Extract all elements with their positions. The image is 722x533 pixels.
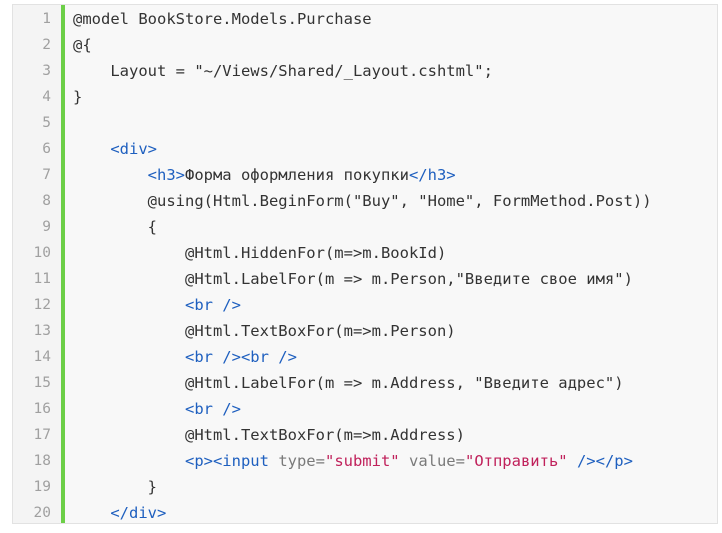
code-text: <h3>Форма оформления покупки</h3>	[73, 162, 456, 188]
code-line: 10 @Html.HiddenFor(m=>m.BookId)	[13, 240, 717, 266]
line-number: 2	[42, 37, 51, 53]
code-token: @Html.TextBoxFor(m=>m.Address)	[73, 426, 465, 444]
code-token: Layout = "~/Views/Shared/_Layout.cshtml"…	[73, 62, 493, 80]
code-token: "submit"	[324, 452, 400, 470]
code-token: <div>	[110, 140, 157, 158]
code-line: 16 <br />	[13, 396, 717, 422]
code-line: 19 }	[13, 474, 717, 500]
code-token: /></p>	[567, 452, 633, 470]
code-text: </div>	[73, 500, 167, 523]
code-line: 20 </div>	[13, 500, 717, 523]
line-number: 17	[33, 427, 51, 443]
code-token: @{	[73, 36, 92, 54]
code-block: 1 @model BookStore.Models.Purchase 2 @{ 3 La…	[12, 4, 718, 524]
code-text: }	[73, 84, 82, 110]
code-token: value=	[408, 452, 465, 470]
line-number: 5	[42, 115, 51, 131]
code-text: <br /><br />	[73, 344, 297, 370]
code-token: @Html.LabelFor(m => m.Person,"Введите св…	[73, 270, 633, 288]
code-token: @Html.LabelFor(m => m.Address, "Введите …	[73, 374, 624, 392]
code-token: <br />	[184, 400, 241, 418]
code-line: 1 @model BookStore.Models.Purchase	[13, 6, 717, 32]
code-text: @{	[73, 32, 92, 58]
line-number: 19	[33, 479, 51, 495]
code-token: @model BookStore.Models.Purchase	[73, 10, 372, 28]
code-line: 3 Layout = "~/Views/Shared/_Layout.cshtm…	[13, 58, 717, 84]
code-token: type=	[278, 452, 325, 470]
code-token: }	[73, 478, 157, 496]
code-token: </div>	[110, 504, 167, 522]
code-line: 8 @using(Html.BeginForm("Buy", "Home", F…	[13, 188, 717, 214]
code-text: @Html.TextBoxFor(m=>m.Person)	[73, 318, 456, 344]
line-number: 10	[33, 245, 51, 261]
code-text: @Html.LabelFor(m => m.Address, "Введите …	[73, 370, 624, 396]
code-line: 13 @Html.TextBoxFor(m=>m.Person)	[13, 318, 717, 344]
code-token: @Html.HiddenFor(m=>m.BookId)	[73, 244, 447, 262]
code-text: <br />	[73, 292, 241, 318]
code-line: 15 @Html.LabelFor(m => m.Address, "Введи…	[13, 370, 717, 396]
line-number: 4	[42, 89, 51, 105]
line-number: 20	[33, 505, 51, 521]
line-number: 8	[42, 193, 51, 209]
code-token: }	[73, 88, 83, 106]
code-token: Форма оформления покупки	[184, 166, 409, 184]
line-number: 3	[42, 63, 51, 79]
line-number: 6	[42, 141, 51, 157]
code-text: }	[73, 474, 157, 500]
code-text: @Html.LabelFor(m => m.Person,"Введите св…	[73, 266, 633, 292]
code-text: <p><input type="submit" value="Отправить…	[73, 448, 633, 474]
line-number: 13	[33, 323, 51, 339]
code-token: <br /><br />	[184, 348, 297, 366]
code-token: <h3>	[147, 166, 185, 184]
code-line: 2 @{	[13, 32, 717, 58]
code-line: 11 @Html.LabelFor(m => m.Person,"Введите…	[13, 266, 717, 292]
code-token: </h3>	[408, 166, 456, 184]
code-token: {	[73, 218, 157, 236]
code-line: 6 <div>	[13, 136, 717, 162]
line-number: 1	[42, 11, 51, 27]
code-text: @using(Html.BeginForm("Buy", "Home", For…	[73, 188, 652, 214]
line-number: 12	[33, 297, 51, 313]
code-token: @using(Html.BeginForm("Buy", "Home", For…	[73, 192, 652, 210]
code-text: Layout = "~/Views/Shared/_Layout.cshtml"…	[73, 58, 493, 84]
code-line: 7 <h3>Форма оформления покупки</h3>	[13, 162, 717, 188]
line-number: 7	[42, 167, 51, 183]
line-number: 16	[33, 401, 51, 417]
code-text: {	[73, 214, 157, 240]
code-token: <br />	[184, 296, 241, 314]
code-line: 12 <br />	[13, 292, 717, 318]
code-text: <div>	[73, 136, 157, 162]
code-token: "Отправить"	[464, 452, 568, 470]
line-number: 18	[33, 453, 51, 469]
code-line: 5	[13, 110, 717, 136]
code-line: 14 <br /><br />	[13, 344, 717, 370]
line-number: 15	[33, 375, 51, 391]
line-number: 9	[42, 219, 51, 235]
code-token: <p><input	[184, 452, 279, 470]
line-number: 14	[33, 349, 51, 365]
code-line: 4}	[13, 84, 717, 110]
code-text: @Html.HiddenFor(m=>m.BookId)	[73, 240, 446, 266]
code-text: <br />	[73, 396, 241, 422]
code-text: @Html.TextBoxFor(m=>m.Address)	[73, 422, 465, 448]
code-line: 18 <p><input type="submit" value="Отправ…	[13, 448, 717, 474]
code-line: 9 {	[13, 214, 717, 240]
line-number: 11	[33, 271, 51, 287]
code-lines: 1 @model BookStore.Models.Purchase 2 @{ 3 La…	[13, 6, 717, 523]
code-line: 17 @Html.TextBoxFor(m=>m.Address)	[13, 422, 717, 448]
code-text: @model BookStore.Models.Purchase	[73, 6, 372, 32]
code-token: @Html.TextBoxFor(m=>m.Person)	[73, 322, 456, 340]
